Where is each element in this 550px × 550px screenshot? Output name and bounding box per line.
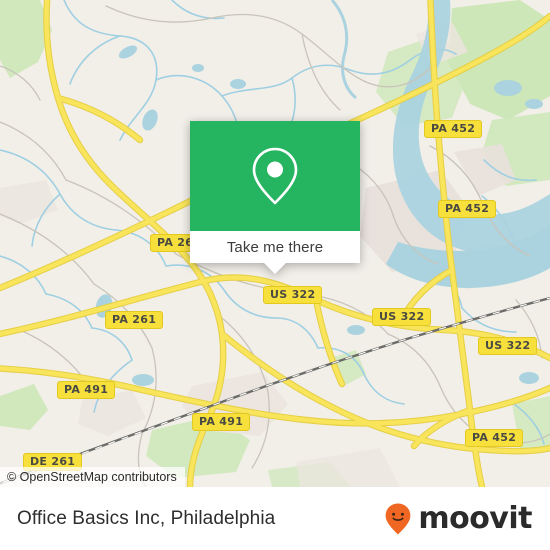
- popup-action-label: Take me there: [226, 238, 324, 256]
- location-popup[interactable]: Take me there: [190, 121, 360, 274]
- moovit-pin-icon: [385, 503, 411, 534]
- popup-header: [190, 121, 360, 231]
- footer-bar: Office Basics Inc, Philadelphia moovit: [0, 487, 550, 550]
- moovit-logo[interactable]: moovit: [385, 503, 532, 535]
- road-shield: PA 261: [105, 311, 164, 329]
- map-attribution[interactable]: © OpenStreetMap contributors: [0, 467, 185, 487]
- moovit-map-screen: PA 452 PA 452 PA 26 US 322 US 322 PA 261…: [0, 0, 550, 550]
- road-shield: US 322: [372, 308, 432, 326]
- road-shield: PA 491: [192, 413, 251, 431]
- road-shield: US 322: [478, 337, 538, 355]
- road-shield: PA 452: [465, 429, 524, 447]
- popup-pointer: [264, 263, 286, 274]
- map-pin-icon: [252, 147, 298, 205]
- road-shield: PA 491: [57, 381, 116, 399]
- road-shield: US 322: [263, 286, 323, 304]
- map-canvas[interactable]: PA 452 PA 452 PA 26 US 322 US 322 PA 261…: [0, 0, 550, 487]
- place-title: Office Basics Inc, Philadelphia: [17, 507, 276, 529]
- moovit-wordmark: moovit: [418, 500, 532, 536]
- road-shield: PA 452: [424, 120, 483, 138]
- road-shield: PA 452: [438, 200, 497, 218]
- popup-action[interactable]: Take me there: [190, 231, 360, 274]
